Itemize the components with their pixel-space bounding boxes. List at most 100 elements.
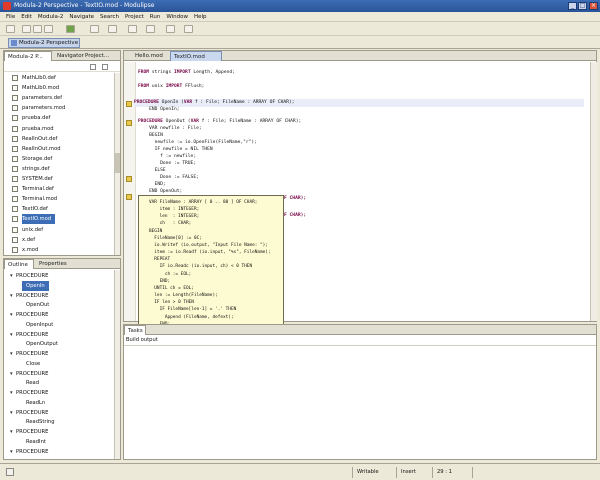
- tab-hello-mod[interactable]: Hello.mod: [132, 51, 168, 61]
- file-item[interactable]: TextIO.mod: [12, 214, 56, 225]
- menu-file[interactable]: File: [6, 12, 15, 21]
- file-item[interactable]: Storage.def: [12, 154, 52, 164]
- console-output[interactable]: [124, 345, 596, 459]
- perspective-tab[interactable]: Modula-2 Perspective: [8, 38, 80, 48]
- file-item[interactable]: Terminal.def: [12, 184, 54, 194]
- menu-project[interactable]: Project: [125, 12, 144, 21]
- outline-scrollbar[interactable]: [114, 270, 120, 459]
- annotation-marker-icon[interactable]: [126, 194, 132, 200]
- outline-kind: PROCEDURE: [16, 312, 49, 318]
- file-item[interactable]: RealInOut.def: [12, 134, 57, 144]
- tab-project[interactable]: Project...: [82, 51, 109, 61]
- file-item[interactable]: x.def: [12, 235, 35, 245]
- file-item[interactable]: x.mod: [12, 245, 39, 255]
- file-item[interactable]: strings.def: [12, 164, 50, 174]
- outline-item[interactable]: ReadInt: [26, 437, 46, 447]
- outline-procedure[interactable]: ▾ PROCEDURE: [10, 310, 48, 320]
- outline-procedure[interactable]: ▾ PROCEDURE: [10, 408, 48, 418]
- outline-procedure[interactable]: ▾ PROCEDURE: [10, 427, 48, 437]
- outline-item[interactable]: Close: [26, 359, 40, 369]
- outline-procedure[interactable]: ▾ PROCEDURE: [10, 349, 48, 359]
- annotation-marker-icon[interactable]: [126, 120, 132, 126]
- close-button[interactable]: ×: [589, 2, 598, 10]
- file-item[interactable]: MathLib0.mod: [12, 83, 60, 93]
- tab-properties[interactable]: Properties: [36, 259, 67, 269]
- file-item[interactable]: prueba.def: [12, 113, 50, 123]
- outline-item[interactable]: OpenOutput: [26, 339, 58, 349]
- minimize-button[interactable]: _: [568, 2, 577, 10]
- file-name: Terminal.def: [22, 186, 54, 193]
- menu-edit[interactable]: Edit: [21, 12, 32, 21]
- build-output-label: Build output: [126, 337, 158, 343]
- file-name: RealInOut.mod: [22, 145, 61, 152]
- file-item[interactable]: parameters.mod: [12, 103, 65, 113]
- file-icon: [12, 85, 18, 92]
- outline-procedure[interactable]: ▾ PROCEDURE: [10, 271, 48, 281]
- menu-run[interactable]: Run: [150, 12, 161, 21]
- outline-item[interactable]: ReadString: [26, 417, 55, 427]
- code-line: FROM unix IMPORT FFlush;: [138, 84, 205, 89]
- status-insert-mode: Insert: [396, 467, 432, 478]
- outline-procedure[interactable]: ▾ PROCEDURE: [10, 369, 48, 379]
- outline-procedure[interactable]: ▾ PROCEDURE: [10, 330, 48, 340]
- menu-search[interactable]: Search: [100, 12, 119, 21]
- file-name: SYSTEM.def: [22, 176, 53, 182]
- file-item[interactable]: MathLib0.def: [12, 73, 56, 83]
- collapse-all-icon[interactable]: [90, 64, 96, 70]
- outline-procedure[interactable]: ▾ PROCEDURE: [10, 388, 48, 398]
- edit-icon[interactable]: [90, 25, 99, 33]
- file-name: TextIO.def: [22, 206, 48, 213]
- menu-modula2[interactable]: Modula-2: [38, 12, 63, 21]
- outline-procedure[interactable]: ▾ PROCEDURE: [10, 291, 48, 301]
- status-cursor-position: 29 : 1: [432, 467, 472, 478]
- forward-icon[interactable]: [184, 25, 193, 33]
- fast-view-icon[interactable]: [6, 468, 14, 476]
- file-icon: [12, 115, 18, 122]
- file-item[interactable]: prueba.mod: [12, 124, 54, 134]
- back-icon[interactable]: [166, 25, 175, 33]
- outline-item[interactable]: Read: [26, 378, 39, 388]
- tab-modula2-projects[interactable]: Modula-2 P...: [4, 51, 52, 61]
- save-all-icon[interactable]: [33, 25, 42, 33]
- app-icon: [3, 2, 11, 10]
- tab-textio-mod[interactable]: TextIO.mod: [170, 51, 222, 61]
- save-icon[interactable]: [22, 25, 31, 33]
- bottom-panel: Tasks Build output: [123, 324, 597, 460]
- file-item[interactable]: parameters.def: [12, 93, 62, 103]
- annotation-marker-icon[interactable]: [126, 101, 132, 107]
- outline-item[interactable]: OpenInput: [26, 320, 53, 330]
- new-icon[interactable]: [6, 25, 15, 33]
- outline-procedure[interactable]: ▾ PROCEDURE: [10, 447, 48, 457]
- file-name: MathLib0.mod: [22, 85, 60, 92]
- file-item[interactable]: TextIO.def: [12, 204, 48, 214]
- link-editor-icon[interactable]: [102, 64, 108, 70]
- prev-annotation-icon[interactable]: [146, 25, 155, 33]
- file-name: x.mod: [22, 246, 39, 253]
- menu-help[interactable]: Help: [194, 12, 207, 21]
- file-item[interactable]: SYSTEM.def: [12, 174, 53, 184]
- file-name: MathLib0.def: [22, 75, 56, 81]
- explorer-scrollbar[interactable]: [114, 73, 120, 255]
- perspective-bar: Modula-2 Perspective: [0, 36, 600, 49]
- editor-scrollbar[interactable]: [590, 62, 597, 321]
- search-icon[interactable]: [108, 25, 117, 33]
- annotation-marker-icon[interactable]: [126, 176, 132, 182]
- file-item[interactable]: Terminal.mod: [12, 194, 57, 204]
- file-icon: [12, 226, 18, 233]
- run-icon[interactable]: [66, 25, 75, 33]
- tab-outline[interactable]: Outline: [4, 259, 34, 269]
- next-annotation-icon[interactable]: [128, 25, 137, 33]
- maximize-button[interactable]: □: [578, 2, 587, 10]
- tab-navigator[interactable]: Navigator: [54, 51, 84, 61]
- tab-tasks[interactable]: Tasks: [124, 325, 146, 335]
- print-icon[interactable]: [44, 25, 53, 33]
- menu-navigate[interactable]: Navigate: [69, 12, 94, 21]
- file-item[interactable]: RealInOut.mod: [12, 144, 61, 154]
- outline-item[interactable]: OpenOut: [26, 300, 49, 310]
- outline-item[interactable]: OpenIn: [22, 280, 49, 291]
- outline-item[interactable]: ReadLn: [26, 398, 45, 408]
- menu-window[interactable]: Window: [166, 12, 188, 21]
- editor-tabs: Hello.mod TextIO.mod: [124, 51, 596, 61]
- file-item[interactable]: unix.def: [12, 225, 43, 235]
- explorer-scroll-thumb[interactable]: [115, 153, 120, 173]
